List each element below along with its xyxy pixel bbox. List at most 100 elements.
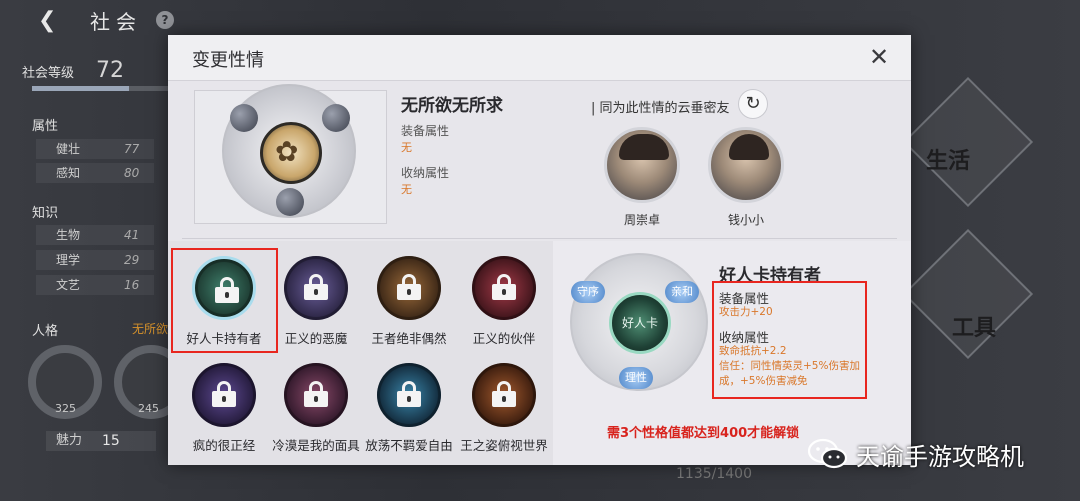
locked-personality-icon (377, 363, 441, 427)
personality-item-4[interactable]: 疯的很正经 (174, 357, 274, 457)
equip-attr-value: 无 (401, 141, 412, 154)
friend-name: 周崇卓 (623, 213, 660, 227)
current-personality-name: 无所欲无所求 (401, 96, 503, 116)
current-personality-emblem-icon: ✿ (260, 122, 322, 184)
lock-icon (397, 274, 421, 300)
charm-row: 魅力 15 (46, 431, 156, 451)
ring-value: 245 (138, 402, 159, 415)
lock-icon (304, 381, 328, 407)
watermark-text: 天谕手游攻略机 (856, 443, 1024, 471)
lock-icon (492, 274, 516, 300)
social-level-label: 社会等级 (22, 66, 75, 81)
tools-tile-label: 工具 (952, 315, 997, 341)
orb-icon (276, 188, 304, 216)
wechat-icon (808, 438, 848, 469)
friend-name: 钱小小 (727, 213, 764, 227)
current-emblem-wheel: ✿ (222, 84, 356, 218)
lock-icon (397, 381, 421, 407)
friend-card[interactable]: 钱小小 (706, 127, 786, 228)
locked-personality-icon (377, 256, 441, 320)
knowledge-name: 理学 (56, 253, 81, 267)
lock-icon (304, 274, 328, 300)
ring-value: 325 (55, 402, 76, 415)
friend-card[interactable]: 周崇卓 (602, 127, 682, 228)
personality-item-2[interactable]: 王者绝非偶然 (359, 250, 459, 350)
lock-icon (212, 381, 236, 407)
close-icon[interactable]: ✕ (868, 45, 890, 69)
screen-title: 社会 (90, 10, 142, 34)
current-personality-section: ✿ 无所欲无所求 装备属性 无 收纳属性 无 | 同为此性情的云垂密友 ↻ 周崇… (168, 81, 911, 239)
locked-personality-icon (284, 363, 348, 427)
knowledge-name: 生物 (56, 228, 81, 242)
personality-label: 王之姿俯视世界 (460, 438, 548, 453)
personality-detail-panel: 好人卡 守序 亲和 理性 好人卡持有者 装备属性 攻击力+20 收纳属性 致命抵… (553, 241, 911, 465)
equip-attr-label: 装备属性 (401, 124, 450, 138)
attr-name: 感知 (56, 166, 81, 180)
knowledge-row: 文艺 16 (36, 275, 154, 295)
locked-personality-icon (284, 256, 348, 320)
locked-personality-icon (192, 363, 256, 427)
friends-label: | 同为此性情的云垂密友 (591, 101, 730, 116)
orb-icon (322, 104, 350, 132)
knowledge-value: 16 (124, 278, 140, 292)
knowledge-section-title: 知识 (32, 206, 59, 221)
trait-tag: 守序 (571, 281, 605, 303)
section-divider (182, 238, 897, 239)
personality-item-5[interactable]: 冷漠是我的面具 (266, 357, 366, 457)
charm-value: 15 (102, 433, 120, 449)
attr-name: 健壮 (56, 142, 81, 156)
personality-label: 放荡不羁爱自由 (365, 438, 453, 453)
dialog-title: 变更性情 (192, 50, 264, 71)
locked-personality-icon (472, 363, 536, 427)
help-icon[interactable]: ? (156, 11, 174, 29)
knowledge-name: 文艺 (56, 278, 81, 292)
friend-avatar (604, 127, 680, 203)
top-bar: ❮ 社会 ? (0, 0, 1080, 40)
selected-highlight (171, 248, 278, 353)
attr-row: 健壮 77 (36, 139, 154, 159)
attr-value: 80 (124, 166, 140, 180)
trait-tag: 亲和 (665, 281, 699, 303)
life-tile-label: 生活 (926, 148, 971, 174)
charm-label: 魅力 (56, 433, 83, 448)
back-arrow-icon[interactable]: ❮ (38, 8, 56, 33)
store-attr-label: 收纳属性 (401, 166, 450, 180)
attr-row: 感知 80 (36, 163, 154, 183)
personality-label: 正义的恶魔 (284, 331, 348, 346)
social-level-value: 72 (96, 58, 124, 83)
detail-equip-value: 攻击力+20 (719, 306, 773, 318)
personality-item-7[interactable]: 王之姿俯视世界 (454, 357, 554, 457)
friend-avatar (708, 127, 784, 203)
dialog-header: 变更性情 ✕ (168, 35, 911, 81)
knowledge-value: 41 (124, 228, 140, 242)
store-attr-value: 无 (401, 183, 412, 196)
personality-section-title: 人格 (32, 324, 59, 339)
detail-emblem-icon: 好人卡 (609, 292, 671, 354)
trait-tag: 理性 (619, 367, 653, 389)
bottom-progress-text: 1135/1400 (676, 466, 752, 482)
social-level-bar (32, 86, 170, 91)
attr-value: 77 (124, 142, 140, 156)
knowledge-row: 理学 29 (36, 250, 154, 270)
lock-icon (492, 381, 516, 407)
personality-grid: 好人卡持有者 正义的恶魔 王者绝非偶然 正义的伙伴 疯的很正经 冷漠是我的面具 … (168, 241, 553, 465)
personality-item-1[interactable]: 正义的恶魔 (266, 250, 366, 350)
detail-store-value: 致命抵抗+2.2 (719, 345, 787, 357)
life-tile[interactable] (902, 76, 1034, 208)
unlock-requirement: 需3个性格值都达到400才能解锁 (607, 426, 800, 441)
change-personality-dialog: 变更性情 ✕ ✿ 无所欲无所求 装备属性 无 收纳属性 无 | 同为此性情的云垂… (168, 35, 911, 465)
knowledge-row: 生物 41 (36, 225, 154, 245)
personality-label: 疯的很正经 (192, 438, 256, 453)
personality-item-3[interactable]: 正义的伙伴 (454, 250, 554, 350)
refresh-icon[interactable]: ↻ (738, 89, 768, 119)
locked-personality-icon (472, 256, 536, 320)
personality-hint: 无所欲 (132, 322, 169, 336)
personality-item-6[interactable]: 放荡不羁爱自由 (359, 357, 459, 457)
personality-label: 王者绝非偶然 (371, 331, 447, 346)
detail-trust-value: 信任：同性情英灵+5%伤害加成，+5%伤害减免 (719, 360, 860, 387)
personality-label: 冷漠是我的面具 (272, 438, 360, 453)
knowledge-value: 29 (124, 253, 140, 267)
personality-label: 正义的伙伴 (472, 331, 536, 346)
orb-icon (230, 104, 258, 132)
attr-section-title: 属性 (32, 119, 59, 134)
